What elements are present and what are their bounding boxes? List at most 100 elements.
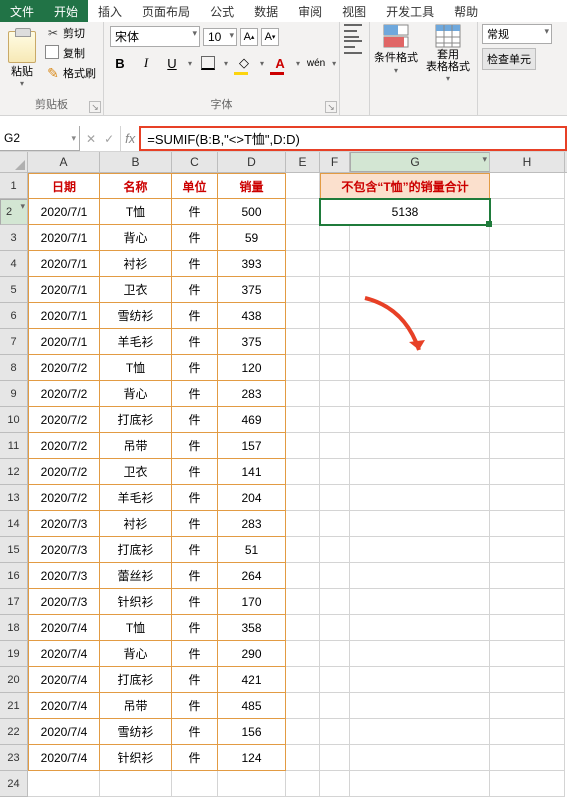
cell[interactable] <box>320 485 350 511</box>
row-header[interactable]: 6 <box>0 303 28 329</box>
cell[interactable]: 358 <box>218 615 286 641</box>
border-button[interactable] <box>198 53 218 73</box>
result-title-cell[interactable]: 不包含“T恤”的销量合计 <box>320 173 490 199</box>
cell[interactable] <box>286 719 320 745</box>
name-box[interactable]: G2 <box>0 126 80 151</box>
cell[interactable] <box>320 303 350 329</box>
conditional-format-button[interactable]: 条件格式 ▾ <box>374 24 418 98</box>
cell[interactable]: 打底衫 <box>100 537 172 563</box>
cell[interactable] <box>218 771 286 797</box>
cell[interactable]: 469 <box>218 407 286 433</box>
select-all-corner[interactable] <box>0 152 28 172</box>
cell[interactable] <box>350 329 490 355</box>
cell[interactable]: 件 <box>172 199 218 225</box>
cell[interactable]: T恤 <box>100 615 172 641</box>
row-header[interactable]: 2 <box>0 199 28 225</box>
col-header-g[interactable]: G <box>350 152 490 172</box>
cell[interactable]: 件 <box>172 537 218 563</box>
tab-home[interactable]: 开始 <box>44 0 88 22</box>
formula-input[interactable]: =SUMIF(B:B,"<>T恤",D:D) <box>139 126 567 151</box>
format-painter-button[interactable]: ✎格式刷 <box>44 64 98 82</box>
cell[interactable] <box>350 693 490 719</box>
cell[interactable]: 2020/7/4 <box>28 615 100 641</box>
cell[interactable]: 件 <box>172 459 218 485</box>
increase-font-button[interactable]: A▴ <box>240 28 258 46</box>
cut-button[interactable]: ✂剪切 <box>44 24 98 42</box>
cell[interactable]: 件 <box>172 225 218 251</box>
cell[interactable] <box>320 537 350 563</box>
cell[interactable] <box>490 771 565 797</box>
paste-button[interactable]: 粘贴 ▾ <box>4 24 40 94</box>
cell[interactable] <box>286 433 320 459</box>
cell[interactable] <box>490 537 565 563</box>
row-header[interactable]: 9 <box>0 381 28 407</box>
cell[interactable]: 雪纺衫 <box>100 303 172 329</box>
cell[interactable] <box>286 173 320 199</box>
cell[interactable] <box>286 225 320 251</box>
cell[interactable] <box>490 745 565 771</box>
cell[interactable]: 2020/7/3 <box>28 537 100 563</box>
cell[interactable]: 蕾丝衫 <box>100 563 172 589</box>
phonetic-button[interactable]: wén <box>306 53 326 73</box>
cell[interactable]: 件 <box>172 407 218 433</box>
row-header[interactable]: 23 <box>0 745 28 771</box>
cell[interactable] <box>350 459 490 485</box>
col-header-a[interactable]: A <box>28 152 100 172</box>
cell[interactable]: 290 <box>218 641 286 667</box>
cell[interactable] <box>350 433 490 459</box>
cell[interactable] <box>490 589 565 615</box>
cell[interactable]: 件 <box>172 329 218 355</box>
cell[interactable] <box>320 511 350 537</box>
col-header-b[interactable]: B <box>100 152 172 172</box>
cell[interactable] <box>320 329 350 355</box>
cell[interactable]: 51 <box>218 537 286 563</box>
cell[interactable]: 2020/7/4 <box>28 719 100 745</box>
cell[interactable]: 羊毛衫 <box>100 329 172 355</box>
row-header[interactable]: 12 <box>0 459 28 485</box>
fill-color-button[interactable]: ◇ <box>234 53 254 73</box>
cell[interactable]: 件 <box>172 693 218 719</box>
cell[interactable] <box>286 459 320 485</box>
worksheet[interactable]: A B C D E F G H 1日期名称单位销量不包含“T恤”的销量合计220… <box>0 152 567 797</box>
cell[interactable]: 2020/7/1 <box>28 225 100 251</box>
cell[interactable] <box>286 407 320 433</box>
row-header[interactable]: 11 <box>0 433 28 459</box>
cell[interactable]: 170 <box>218 589 286 615</box>
cell[interactable]: 件 <box>172 745 218 771</box>
col-header-d[interactable]: D <box>218 152 286 172</box>
cell[interactable] <box>100 771 172 797</box>
clipboard-dialog-launcher[interactable]: ↘ <box>89 101 101 113</box>
cell[interactable] <box>286 303 320 329</box>
tab-layout[interactable]: 页面布局 <box>132 0 200 22</box>
cell[interactable]: 2020/7/3 <box>28 511 100 537</box>
cell[interactable] <box>350 589 490 615</box>
cell[interactable]: 2020/7/2 <box>28 407 100 433</box>
cell[interactable]: 204 <box>218 485 286 511</box>
cell[interactable]: 针织衫 <box>100 589 172 615</box>
cell[interactable]: 针织衫 <box>100 745 172 771</box>
cell[interactable]: 背心 <box>100 381 172 407</box>
cell[interactable]: 2020/7/4 <box>28 641 100 667</box>
cell[interactable] <box>172 771 218 797</box>
cell[interactable] <box>490 407 565 433</box>
cell[interactable] <box>490 173 565 199</box>
cell[interactable]: 背心 <box>100 225 172 251</box>
cell[interactable]: 件 <box>172 511 218 537</box>
cell[interactable] <box>350 251 490 277</box>
cell[interactable]: 卫衣 <box>100 277 172 303</box>
cell[interactable] <box>286 251 320 277</box>
tab-insert[interactable]: 插入 <box>88 0 132 22</box>
cell[interactable] <box>350 641 490 667</box>
underline-button[interactable]: U <box>162 53 182 73</box>
cell[interactable]: 2020/7/3 <box>28 589 100 615</box>
cell[interactable] <box>490 667 565 693</box>
cell[interactable]: 件 <box>172 563 218 589</box>
cell[interactable] <box>286 355 320 381</box>
cell[interactable] <box>320 355 350 381</box>
cell[interactable] <box>320 771 350 797</box>
row-header[interactable]: 10 <box>0 407 28 433</box>
cell[interactable] <box>286 485 320 511</box>
tab-help[interactable]: 帮助 <box>444 0 488 22</box>
cell[interactable]: 283 <box>218 381 286 407</box>
font-dialog-launcher[interactable]: ↘ <box>325 101 337 113</box>
